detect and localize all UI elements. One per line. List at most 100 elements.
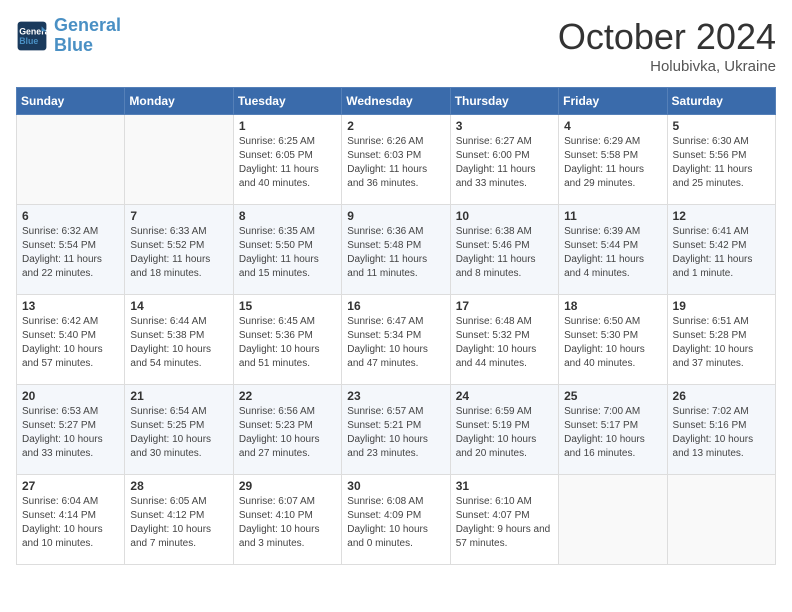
calendar-day-cell: 11 Sunrise: 6:39 AM Sunset: 5:44 PM Dayli… [559,205,667,295]
day-info: Sunrise: 6:36 AM Sunset: 5:48 PM Dayligh… [347,225,444,281]
day-number: 1 [239,119,336,133]
day-info: Sunrise: 6:56 AM Sunset: 5:23 PM Dayligh… [239,405,336,461]
calendar-day-cell: 4Sunrise: 6:29 AM Sunset: 5:58 PM Daylig… [559,115,667,205]
day-number: 29 [239,479,336,493]
day-info: Sunrise: 6:33 AM Sunset: 5:52 PM Dayligh… [130,225,227,281]
calendar-day-cell [125,115,233,205]
calendar-week-row: 20Sunrise: 6:53 AM Sunset: 5:27 PM Dayli… [17,385,776,475]
day-number: 12 [673,209,770,223]
day-number: 24 [456,389,553,403]
calendar-day-cell: 5Sunrise: 6:30 AM Sunset: 5:56 PM Daylig… [667,115,775,205]
month-title: October 2024 [558,16,776,58]
day-info: Sunrise: 6:45 AM Sunset: 5:36 PM Dayligh… [239,315,336,371]
day-info: Sunrise: 6:50 AM Sunset: 5:30 PM Dayligh… [564,315,661,371]
day-number: 31 [456,479,553,493]
day-number: 27 [22,479,119,493]
day-number: 15 [239,299,336,313]
day-info: Sunrise: 6:42 AM Sunset: 5:40 PM Dayligh… [22,315,119,371]
day-number: 8 [239,209,336,223]
day-info: Sunrise: 6:54 AM Sunset: 5:25 PM Dayligh… [130,405,227,461]
day-info: Sunrise: 6:57 AM Sunset: 5:21 PM Dayligh… [347,405,444,461]
calendar-day-cell [17,115,125,205]
logo-icon: General Blue [16,20,48,52]
day-info: Sunrise: 6:51 AM Sunset: 5:28 PM Dayligh… [673,315,770,371]
svg-text:Blue: Blue [19,36,38,46]
calendar-week-row: 27 Sunrise: 6:04 AM Sunset: 4:14 PM Dayli… [17,475,776,565]
calendar-day-cell: 6 Sunrise: 6:32 AM Sunset: 5:54 PM Daylig… [17,205,125,295]
calendar-day-cell: 10 Sunrise: 6:38 AM Sunset: 5:46 PM Dayli… [450,205,558,295]
day-number: 14 [130,299,227,313]
day-number: 6 [22,209,119,223]
day-number: 20 [22,389,119,403]
day-of-week-header: Tuesday [233,88,341,115]
day-info: Sunrise: 6:32 AM Sunset: 5:54 PM Dayligh… [22,225,119,281]
calendar-day-cell: 24 Sunrise: 6:59 AM Sunset: 5:19 PM Dayli… [450,385,558,475]
day-info: Sunrise: 6:39 AM Sunset: 5:44 PM Dayligh… [564,225,661,281]
calendar-day-cell: 14 Sunrise: 6:44 AM Sunset: 5:38 PM Dayli… [125,295,233,385]
logo-text: GeneralBlue [54,16,121,56]
day-info: Sunrise: 6:59 AM Sunset: 5:19 PM Dayligh… [456,405,553,461]
day-info: Sunrise: 6:08 AM Sunset: 4:09 PM Dayligh… [347,495,444,551]
day-of-week-header: Wednesday [342,88,450,115]
day-number: 28 [130,479,227,493]
title-block: October 2024 Holubivka, Ukraine [558,16,776,75]
calendar-day-cell: 8 Sunrise: 6:35 AM Sunset: 5:50 PM Daylig… [233,205,341,295]
location: Holubivka, Ukraine [558,58,776,75]
calendar-day-cell: 1 Sunrise: 6:25 AM Sunset: 6:05 PM Daylig… [233,115,341,205]
day-info: Sunrise: 6:04 AM Sunset: 4:14 PM Dayligh… [22,495,119,551]
calendar-day-cell: 25Sunrise: 7:00 AM Sunset: 5:17 PM Dayli… [559,385,667,475]
calendar-day-cell [667,475,775,565]
day-info: Sunrise: 6:29 AM Sunset: 5:58 PM Dayligh… [564,135,661,191]
day-of-week-header: Friday [559,88,667,115]
calendar-day-cell: 16 Sunrise: 6:47 AM Sunset: 5:34 PM Dayli… [342,295,450,385]
day-number: 13 [22,299,119,313]
day-info: Sunrise: 6:35 AM Sunset: 5:50 PM Dayligh… [239,225,336,281]
calendar-day-cell: 17Sunrise: 6:48 AM Sunset: 5:32 PM Dayli… [450,295,558,385]
day-info: Sunrise: 7:02 AM Sunset: 5:16 PM Dayligh… [673,405,770,461]
calendar-day-cell: 21Sunrise: 6:54 AM Sunset: 5:25 PM Dayli… [125,385,233,475]
day-number: 3 [456,119,553,133]
svg-text:General: General [19,26,48,36]
day-info: Sunrise: 6:25 AM Sunset: 6:05 PM Dayligh… [239,135,336,191]
day-number: 9 [347,209,444,223]
day-number: 25 [564,389,661,403]
calendar-week-row: 1 Sunrise: 6:25 AM Sunset: 6:05 PM Daylig… [17,115,776,205]
day-number: 22 [239,389,336,403]
day-number: 18 [564,299,661,313]
day-of-week-header: Saturday [667,88,775,115]
day-number: 16 [347,299,444,313]
day-info: Sunrise: 6:05 AM Sunset: 4:12 PM Dayligh… [130,495,227,551]
calendar-week-row: 6 Sunrise: 6:32 AM Sunset: 5:54 PM Daylig… [17,205,776,295]
day-number: 7 [130,209,227,223]
calendar-table: SundayMondayTuesdayWednesdayThursdayFrid… [16,87,776,565]
calendar-day-cell: 26Sunrise: 7:02 AM Sunset: 5:16 PM Dayli… [667,385,775,475]
day-info: Sunrise: 6:07 AM Sunset: 4:10 PM Dayligh… [239,495,336,551]
day-of-week-header: Sunday [17,88,125,115]
day-info: Sunrise: 6:41 AM Sunset: 5:42 PM Dayligh… [673,225,770,281]
calendar-day-cell: 29 Sunrise: 6:07 AM Sunset: 4:10 PM Dayli… [233,475,341,565]
day-info: Sunrise: 6:44 AM Sunset: 5:38 PM Dayligh… [130,315,227,371]
day-info: Sunrise: 6:38 AM Sunset: 5:46 PM Dayligh… [456,225,553,281]
day-info: Sunrise: 6:47 AM Sunset: 5:34 PM Dayligh… [347,315,444,371]
calendar-day-cell: 2Sunrise: 6:26 AM Sunset: 6:03 PM Daylig… [342,115,450,205]
calendar-day-cell: 20Sunrise: 6:53 AM Sunset: 5:27 PM Dayli… [17,385,125,475]
calendar-day-cell: 18 Sunrise: 6:50 AM Sunset: 5:30 PM Dayli… [559,295,667,385]
calendar-day-cell: 19Sunrise: 6:51 AM Sunset: 5:28 PM Dayli… [667,295,775,385]
day-info: Sunrise: 6:27 AM Sunset: 6:00 PM Dayligh… [456,135,553,191]
day-number: 10 [456,209,553,223]
calendar-day-cell: 9 Sunrise: 6:36 AM Sunset: 5:48 PM Daylig… [342,205,450,295]
day-info: Sunrise: 6:26 AM Sunset: 6:03 PM Dayligh… [347,135,444,191]
day-number: 11 [564,209,661,223]
day-number: 23 [347,389,444,403]
calendar-day-cell: 23 Sunrise: 6:57 AM Sunset: 5:21 PM Dayli… [342,385,450,475]
day-info: Sunrise: 6:10 AM Sunset: 4:07 PM Dayligh… [456,495,553,551]
calendar-day-cell: 3 Sunrise: 6:27 AM Sunset: 6:00 PM Daylig… [450,115,558,205]
logo: General Blue GeneralBlue [16,16,121,56]
calendar-day-cell: 7 Sunrise: 6:33 AM Sunset: 5:52 PM Daylig… [125,205,233,295]
calendar-day-cell: 15 Sunrise: 6:45 AM Sunset: 5:36 PM Dayli… [233,295,341,385]
calendar-header-row: SundayMondayTuesdayWednesdayThursdayFrid… [17,88,776,115]
page-header: General Blue GeneralBlue October 2024 Ho… [16,16,776,75]
calendar-day-cell [559,475,667,565]
day-number: 17 [456,299,553,313]
calendar-day-cell: 27 Sunrise: 6:04 AM Sunset: 4:14 PM Dayli… [17,475,125,565]
